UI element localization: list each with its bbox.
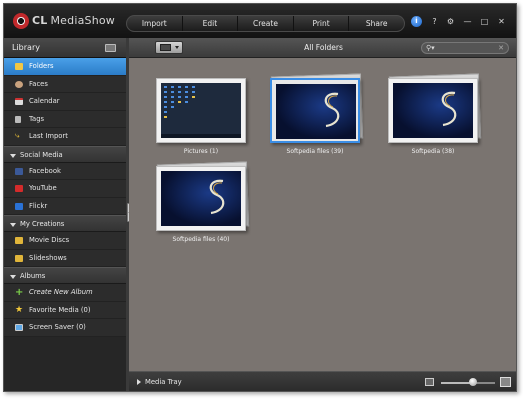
sidebar-item-label: Faces	[29, 79, 48, 88]
collapse-triangle-icon	[10, 223, 16, 227]
flickr-icon	[15, 202, 23, 210]
sidebar-item-label: Create New Album	[29, 288, 93, 296]
sidebar-item-label: Facebook	[29, 166, 61, 175]
main-nav: Import Edit Create Print Share	[126, 15, 405, 32]
media-tray-label[interactable]: Media Tray	[145, 378, 182, 386]
sidebar: Library Folders Faces Calendar Tags ⤷ La…	[4, 38, 126, 391]
zoom-slider-knob[interactable]	[469, 378, 478, 386]
sidebar-item-calendar[interactable]: Calendar	[4, 93, 126, 111]
monitor-icon	[15, 324, 23, 331]
tag-icon	[15, 115, 21, 123]
section-title: Social Media	[20, 150, 63, 159]
desktop-icons-graphic	[161, 83, 241, 138]
sidebar-item-screen-saver[interactable]: Screen Saver (0)	[4, 319, 126, 337]
thumbnail-caption: Softpedia files (40)	[172, 236, 230, 243]
nav-edit[interactable]: Edit	[183, 16, 239, 31]
swirl-graphic	[441, 91, 457, 127]
app-window: CL MediaShow Import Edit Create Print Sha…	[3, 3, 517, 392]
collapse-triangle-icon	[10, 153, 16, 158]
star-icon: ★	[15, 304, 24, 315]
sidebar-item-label: Calendar	[29, 97, 60, 105]
sidebar-item-folders[interactable]: Folders	[4, 58, 126, 76]
thumbnail-frame	[388, 78, 478, 143]
collapse-triangle-icon	[10, 275, 16, 279]
minimize-button[interactable]: —	[462, 16, 473, 27]
close-button[interactable]: ✕	[496, 16, 507, 27]
desktop-screenshot-image	[161, 83, 241, 138]
section-social-media[interactable]: Social Media	[4, 145, 126, 163]
zoom-slider[interactable]	[441, 382, 495, 384]
swirl-wallpaper-image	[393, 83, 473, 138]
swirl-wallpaper-image	[161, 171, 241, 226]
sidebar-item-movie-discs[interactable]: Movie Discs	[4, 232, 126, 250]
folder-icon	[15, 63, 23, 70]
sidebar-item-tags[interactable]: Tags	[4, 110, 126, 128]
sidebar-item-label: Movie Discs	[29, 236, 70, 244]
search-input[interactable]: ⚲▾ ✕	[421, 42, 509, 54]
swirl-wallpaper-image	[276, 84, 356, 139]
section-albums[interactable]: Albums	[4, 267, 126, 284]
settings-gear-icon[interactable]: ⚙	[445, 16, 456, 27]
main-toolbar: All Folders ⚲▾ ✕	[129, 38, 516, 58]
app-logo-icon	[13, 13, 29, 29]
faces-icon	[15, 80, 23, 88]
sidebar-item-label: YouTube	[29, 184, 57, 192]
sidebar-item-label: Flickr	[29, 201, 48, 210]
main-panel: All Folders ⚲▾ ✕ Pictures (1) Softpedia …	[129, 38, 516, 371]
nav-import[interactable]: Import	[127, 16, 183, 31]
title-bar: CL MediaShow Import Edit Create Print Sha…	[4, 4, 516, 38]
thumbnail-caption: Softpedia files (39)	[286, 148, 344, 155]
zoom-out-icon[interactable]	[425, 378, 434, 386]
sidebar-item-faces[interactable]: Faces	[4, 75, 126, 93]
maximize-button[interactable]: □	[479, 16, 490, 27]
thumbnail-frame	[156, 78, 246, 143]
sidebar-item-label: Folders	[29, 62, 54, 70]
sidebar-item-slideshows[interactable]: Slideshows	[4, 249, 126, 267]
sidebar-item-label: Screen Saver (0)	[29, 323, 86, 331]
youtube-icon	[15, 185, 23, 192]
calendar-icon	[15, 98, 23, 105]
import-icon: ⤷	[15, 131, 20, 140]
section-title: Albums	[20, 272, 46, 280]
nav-create[interactable]: Create	[238, 16, 294, 31]
logo-text: CL	[32, 14, 48, 27]
nav-print[interactable]: Print	[294, 16, 350, 31]
slideshow-icon	[15, 254, 23, 262]
thumbnail-frame	[270, 78, 360, 143]
app-name: MediaShow	[50, 14, 116, 27]
clear-search-icon[interactable]: ✕	[498, 43, 504, 53]
media-tray-bar: Media Tray	[129, 371, 516, 391]
swirl-graphic	[209, 179, 225, 215]
sidebar-item-label: Tags	[29, 114, 45, 123]
sidebar-item-label: Last Import	[29, 132, 68, 140]
section-my-creations[interactable]: My Creations	[4, 215, 126, 232]
sidebar-item-flickr[interactable]: Flickr	[4, 197, 126, 215]
info-button[interactable]: i	[411, 16, 422, 27]
expand-triangle-icon[interactable]	[137, 379, 141, 385]
sidebar-item-label: Slideshows	[29, 253, 67, 262]
sidebar-item-facebook[interactable]: Facebook	[4, 162, 126, 180]
library-view-icon[interactable]	[105, 44, 116, 52]
app-title: CL MediaShow	[32, 14, 115, 27]
plus-icon: +	[15, 287, 24, 298]
sidebar-item-label: Favorite Media (0)	[29, 305, 91, 314]
library-title: Library	[12, 43, 40, 52]
thumbnail-caption: Softpedia (38)	[411, 148, 455, 155]
sidebar-item-youtube[interactable]: YouTube	[4, 180, 126, 198]
thumbnail-caption: Pictures (1)	[183, 148, 219, 155]
facebook-icon	[15, 167, 23, 175]
nav-share[interactable]: Share	[349, 16, 404, 31]
zoom-in-icon[interactable]	[500, 377, 511, 387]
search-icon: ⚲▾	[426, 44, 435, 52]
disc-icon	[15, 237, 23, 244]
sidebar-item-favorite-media[interactable]: ★ Favorite Media (0)	[4, 301, 126, 319]
sidebar-item-create-new-album[interactable]: + Create New Album	[4, 284, 126, 302]
swirl-graphic	[324, 92, 340, 128]
library-header: Library	[4, 38, 126, 58]
sidebar-item-last-import[interactable]: ⤷ Last Import	[4, 128, 126, 146]
thumbnail-frame	[156, 166, 246, 231]
section-title: My Creations	[20, 220, 65, 228]
help-button[interactable]: ?	[429, 16, 440, 27]
